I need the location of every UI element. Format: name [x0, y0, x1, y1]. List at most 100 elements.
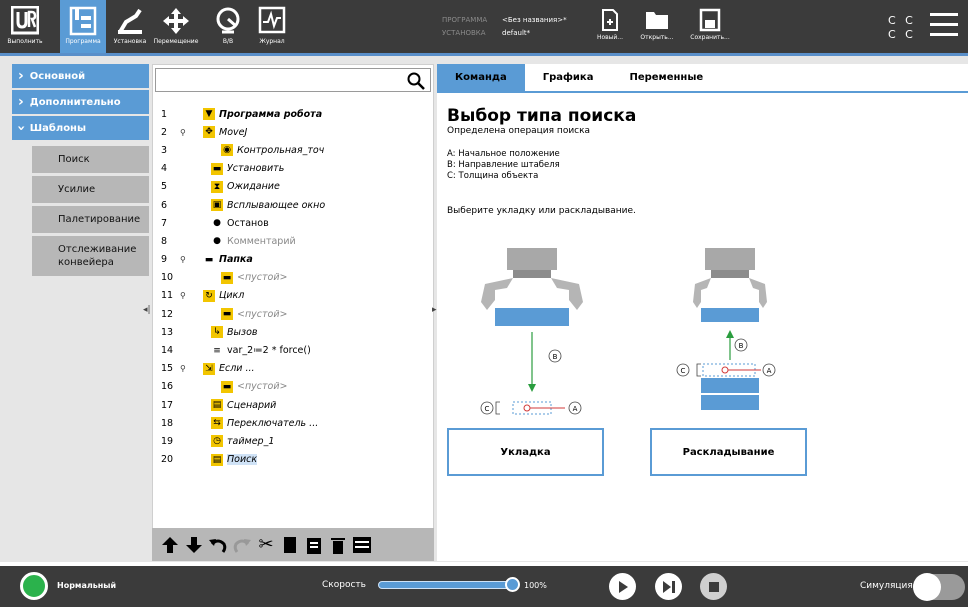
paste-icon — [307, 537, 321, 554]
move-tab-label: Перемещение — [153, 38, 199, 45]
suppress-button[interactable] — [352, 534, 372, 556]
tree-node-label: Переключатель ... — [227, 417, 319, 429]
undo-button[interactable] — [208, 534, 228, 556]
line-number: 5 — [161, 181, 168, 193]
tree-node-label: <пустой> — [237, 272, 288, 284]
stack-button[interactable]: Укладка — [447, 428, 604, 476]
chevron-right-icon: › — [18, 94, 24, 110]
search-icon[interactable] — [407, 72, 425, 90]
legend-line-a: A: Начальное положение — [447, 149, 560, 159]
tree-node-label: Папка — [219, 254, 253, 266]
line-number: 12 — [161, 308, 174, 320]
paste-button[interactable] — [304, 534, 324, 556]
destacking-illustration: B C A — [676, 248, 776, 410]
tree-node-label: Вызов — [227, 326, 258, 338]
tab-graphics[interactable]: Графика — [525, 64, 612, 91]
tabs-underline — [437, 91, 968, 93]
hamburger-menu-icon[interactable] — [930, 13, 958, 37]
save-button[interactable]: Сохранить... — [684, 8, 736, 54]
speed-slider-handle[interactable] — [505, 577, 520, 592]
move-icon: ✥ — [203, 126, 215, 139]
redo-icon — [233, 538, 251, 553]
copy-button[interactable] — [280, 534, 300, 556]
sidebar: › Основной › Дополнительно › Шаблоны Поиск … — [12, 64, 149, 561]
move-up-button[interactable] — [160, 534, 180, 556]
collapse-pin-icon[interactable]: ⚲ — [180, 128, 186, 137]
io-tab-label: В/В — [222, 38, 234, 45]
robot-status-indicator[interactable] — [20, 572, 48, 600]
collapse-pin-icon[interactable]: ⚲ — [180, 255, 186, 264]
line-number: 6 — [161, 199, 168, 211]
held-object — [701, 308, 759, 322]
arrow-up-icon — [162, 536, 178, 553]
command-tabs: Команда Графика Переменные — [437, 64, 968, 91]
step-button[interactable] — [655, 573, 682, 600]
chevron-right-icon: › — [18, 68, 24, 84]
sidebar-item-force[interactable]: Усилие — [32, 176, 149, 203]
play-button[interactable] — [609, 573, 636, 600]
marker-c-label-2: C — [681, 367, 686, 375]
move-down-button[interactable] — [184, 534, 204, 556]
line-number: 8 — [161, 235, 168, 247]
simulation-toggle-knob[interactable] — [913, 573, 941, 601]
sidebar-item-conveyor-tracking[interactable]: Отслеживание конвейера — [32, 236, 149, 276]
simulation-label: Симуляция — [860, 581, 913, 591]
installation-tab[interactable]: Установка — [108, 0, 152, 56]
line-number: 16 — [161, 381, 174, 393]
cc-indicator: C C C C — [888, 14, 916, 42]
speed-slider[interactable] — [378, 581, 514, 589]
cc-line-1: C C — [888, 14, 916, 27]
save-icon — [699, 8, 721, 32]
timer-icon: ◷ — [211, 435, 223, 448]
stop-icon — [708, 581, 719, 592]
cut-button[interactable]: ✂ — [256, 534, 276, 556]
folder-icon — [646, 12, 668, 29]
delete-button[interactable] — [328, 534, 348, 556]
page-subtitle: Определена операция поиска — [447, 126, 591, 136]
program-tab[interactable]: Программа — [60, 0, 106, 56]
line-number: 10 — [161, 272, 174, 284]
top-bar: Выполнить Программа Установка Перемещени… — [0, 0, 968, 56]
program-tab-label: Программа — [65, 38, 101, 45]
stop-button[interactable] — [700, 573, 727, 600]
empty-icon: ▬ — [221, 380, 233, 393]
sidebar-section-advanced[interactable]: › Дополнительно — [12, 90, 149, 114]
sidebar-section-templates[interactable]: › Шаблоны — [12, 116, 149, 140]
tree-node-label: Программа робота — [219, 108, 323, 120]
popup-icon: ▣ — [211, 199, 223, 212]
log-tab[interactable]: Журнал — [252, 0, 292, 56]
legend-line-b: B: Направление штабеля — [447, 160, 560, 170]
tree-search-input[interactable] — [155, 68, 431, 92]
line-number: 11 — [161, 290, 174, 302]
sidebar-item-search[interactable]: Поиск — [32, 146, 149, 173]
tree-node-label: Цикл — [219, 290, 245, 302]
robot-status-label: Нормальный — [57, 581, 117, 590]
io-tab[interactable]: В/В — [208, 0, 248, 56]
line-number: 7 — [161, 217, 168, 229]
waypoint-icon: ◉ — [221, 144, 233, 157]
play-icon — [618, 580, 628, 593]
destack-button[interactable]: Раскладывание — [650, 428, 807, 476]
tab-command[interactable]: Команда — [437, 64, 525, 91]
install-key: УСТАНОВКА — [442, 29, 486, 37]
sidebar-section-basic[interactable]: › Основной — [12, 64, 149, 88]
right-splitter-handle[interactable]: ▸ — [432, 305, 437, 315]
line-number: 19 — [161, 435, 174, 447]
collapse-pin-icon[interactable]: ⚲ — [180, 291, 186, 300]
run-tab[interactable]: Выполнить — [6, 0, 44, 56]
collapse-pin-icon[interactable]: ⚲ — [180, 364, 186, 373]
new-button[interactable]: Новый... — [593, 8, 627, 54]
move-tab[interactable]: Перемещение — [150, 0, 202, 56]
open-button[interactable]: Открыть... — [632, 8, 682, 54]
wait-icon: ⧗ — [211, 180, 223, 193]
tree-node-label: <пустой> — [237, 308, 288, 320]
sidebar-item-palletizing[interactable]: Палетирование — [32, 206, 149, 233]
tab-variables[interactable]: Переменные — [611, 64, 721, 91]
line-number: 14 — [161, 345, 174, 357]
sidebar-section-label: Дополнительно — [29, 96, 121, 108]
redo-button[interactable] — [232, 534, 252, 556]
copy-icon — [284, 536, 296, 553]
line-number: 3 — [161, 144, 168, 156]
left-splitter-handle[interactable]: ◂| — [143, 305, 151, 315]
tree-node-label: таймер_1 — [227, 435, 275, 447]
